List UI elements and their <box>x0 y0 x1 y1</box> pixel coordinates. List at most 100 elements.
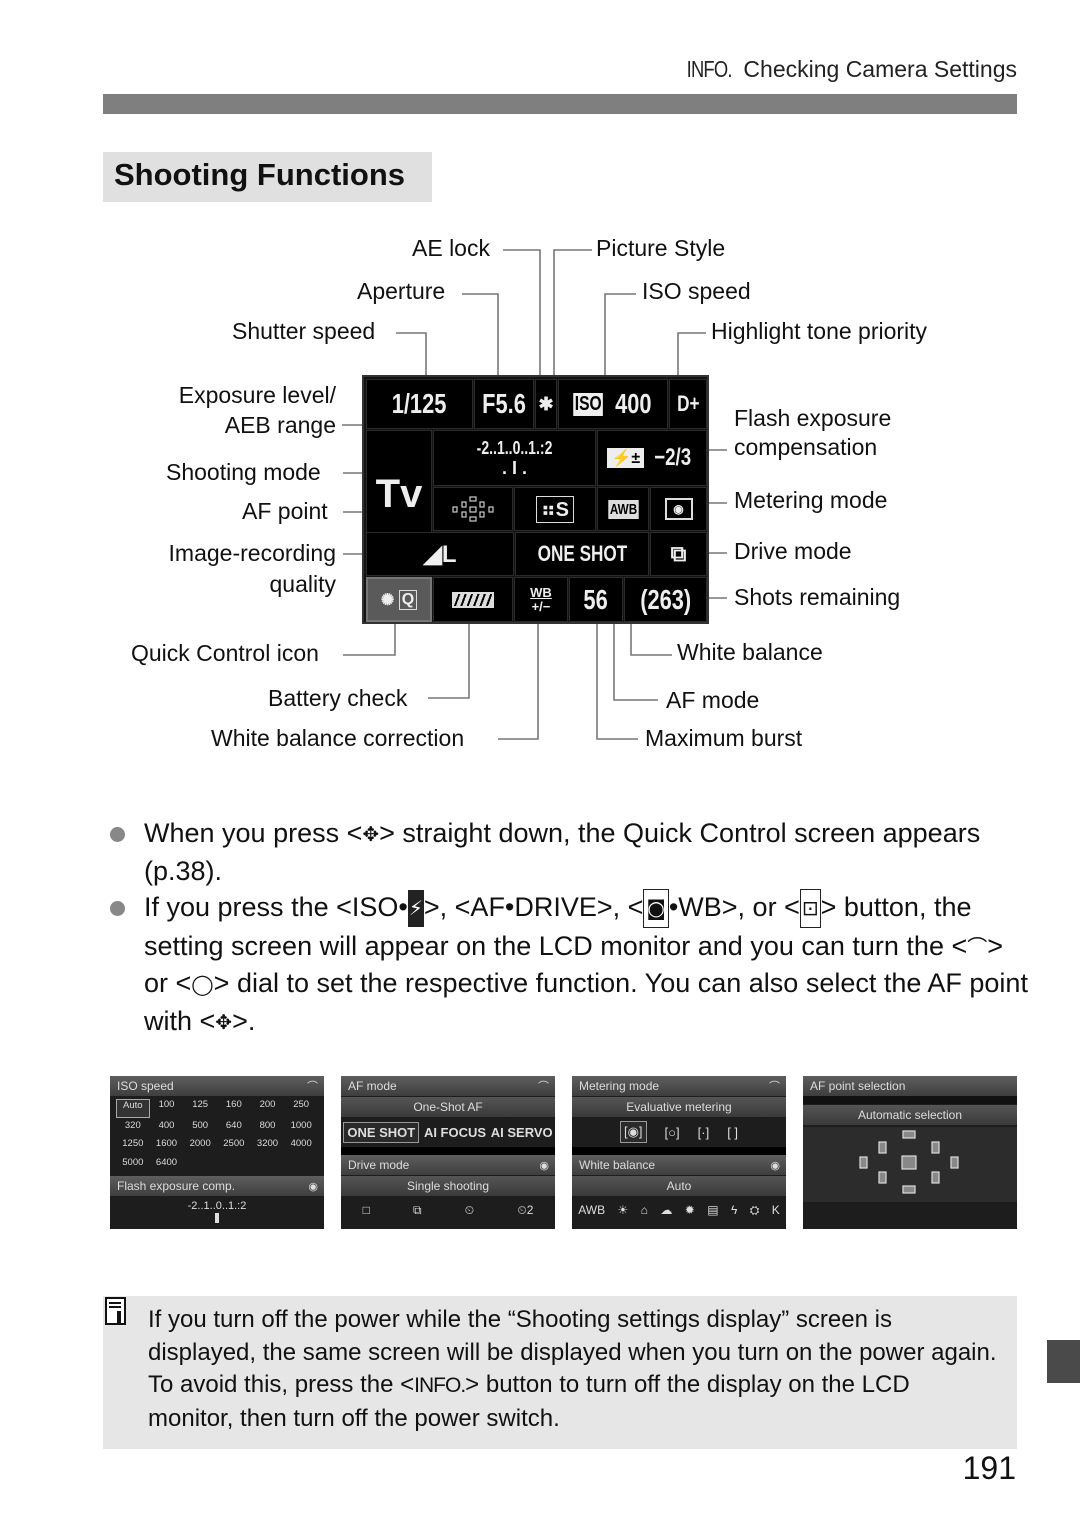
iso-option[interactable]: 1000 <box>284 1120 318 1137</box>
white-balance-option[interactable]: AWB <box>578 1203 605 1217</box>
lcd-maximum-burst: 56 <box>569 577 623 622</box>
line-wb-correction <box>498 615 539 740</box>
lcd-shooting-settings-display: 1/125 F5.6 ✱ ISO 400 D+ Tv -2..1..0..1.:… <box>362 375 709 624</box>
iso-option[interactable]: 800 <box>251 1120 285 1137</box>
white-balance-option[interactable]: ⛭ <box>750 1203 760 1218</box>
lcd-white-balance: AWB <box>597 487 649 531</box>
iso-option[interactable]: 125 <box>183 1099 217 1118</box>
iso-option[interactable]: 100 <box>150 1099 184 1118</box>
label-flash-comp: Flash exposure compensation <box>734 405 891 460</box>
label-exposure-level-line1: Exposure level/ <box>178 382 336 408</box>
label-flash-comp-line2: compensation <box>734 434 878 460</box>
page-number: 191 <box>962 1450 1016 1486</box>
af-mode-option[interactable]: AI FOCUS <box>424 1125 486 1140</box>
white-balance-option[interactable]: ✹ <box>685 1203 695 1217</box>
iso-option[interactable]: 1600 <box>150 1138 184 1155</box>
label-battery-check: Battery check <box>268 685 408 711</box>
awb-icon: AWB <box>607 499 639 519</box>
label-aperture: Aperture <box>357 278 446 304</box>
iso-option[interactable]: 400 <box>150 1120 184 1137</box>
af-mode-options: ONE SHOT AI FOCUS AI SERVO <box>341 1117 555 1147</box>
white-balance-option[interactable]: ⌂ <box>641 1203 648 1217</box>
screen-title: AF point selection <box>803 1076 1017 1096</box>
lcd-shots-remaining: (263) <box>624 577 707 622</box>
lcd-highlight-tone-priority: D+ <box>669 379 707 429</box>
iso-option[interactable]: 250 <box>284 1099 318 1118</box>
metering-options: [◉] [○] [·] [ ] <box>572 1117 786 1147</box>
iso-option[interactable]: 500 <box>183 1120 217 1137</box>
flash-comp-button-icon: ⚡ <box>407 890 424 927</box>
iso-option[interactable]: 2500 <box>217 1138 251 1155</box>
drive-mode-option[interactable]: □ <box>363 1203 370 1217</box>
quick-control-dial-icon: ◯ <box>191 972 214 996</box>
white-balance-option[interactable]: ☁ <box>660 1203 672 1217</box>
iso-option[interactable]: 5000 <box>116 1157 150 1174</box>
label-image-quality: Image-recording quality <box>169 540 336 597</box>
memo-icon <box>104 1297 128 1327</box>
af-points-icon <box>452 496 494 522</box>
white-balance-option[interactable]: ▤ <box>707 1203 718 1217</box>
drive-mode-options: □ ⧉ ⏲ ⏲2 <box>341 1196 555 1224</box>
af-point-button-icon: ⊡ <box>799 889 821 928</box>
flash-comp-scale: -2..1..0..1.:2 <box>110 1196 324 1223</box>
flash-comp-value: −2/3 <box>654 444 692 471</box>
white-balance-option[interactable]: ☀ <box>618 1203 629 1217</box>
line-ae-lock <box>503 249 541 385</box>
label-wb-correction: White balance correction <box>211 725 465 751</box>
label-maximum-burst: Maximum burst <box>645 725 803 751</box>
multi-controller-icon: ✥ <box>215 1009 233 1034</box>
iso-option[interactable]: 3200 <box>251 1138 285 1155</box>
iso-option[interactable]: 200 <box>251 1099 285 1118</box>
lcd-iso: ISO 400 <box>558 379 668 429</box>
label-af-point: AF point <box>242 498 328 524</box>
af-point-map <box>803 1127 1017 1202</box>
main-dial-icon: ⌒ <box>967 934 988 959</box>
wb-shift-bottom: +/− <box>531 598 551 614</box>
metering-option[interactable]: [◉] <box>619 1121 647 1143</box>
label-image-quality-line2: quality <box>269 571 336 597</box>
metering-option[interactable]: [○] <box>665 1125 680 1140</box>
iso-option[interactable]: Auto <box>116 1099 150 1118</box>
iso-option[interactable]: 6400 <box>150 1157 184 1174</box>
screen-title: ISO speed ⌒ <box>110 1076 324 1096</box>
screen-metering-mode: Metering mode ⌒ Evaluative metering [◉] [○… <box>572 1076 786 1229</box>
quick-control-icon: ✺ Q <box>366 577 432 622</box>
exposure-scale: -2..1..0..1.:2 <box>476 438 553 458</box>
main-dial-icon: ⌒ <box>769 1081 780 1093</box>
iso-option[interactable]: 2000 <box>183 1138 217 1155</box>
af-mode-option[interactable]: ONE SHOT <box>343 1121 420 1143</box>
bullet-quick-control: When you press <✥> straight down, the Qu… <box>108 815 1028 889</box>
iso-option[interactable]: 1250 <box>116 1138 150 1155</box>
drive-current-setting: Single shooting <box>341 1176 555 1196</box>
main-dial-icon: ⌒ <box>307 1081 318 1093</box>
screen-af-mode: AF mode ⌒ One-Shot AF ONE SHOT AI FOCUS AI … <box>341 1076 555 1229</box>
screen-second-title: Drive mode ◉ <box>341 1155 555 1175</box>
bullet-setting-buttons: If you press the <ISO•⚡>, <AF•DRIVE>, < ◙… <box>108 889 1028 1040</box>
exposure-marks: . I . <box>501 458 527 478</box>
iso-option[interactable]: 320 <box>116 1120 150 1137</box>
iso-option[interactable]: 160 <box>217 1099 251 1118</box>
metering-option[interactable]: [·] <box>698 1125 710 1140</box>
drive-mode-option[interactable]: ⏲2 <box>517 1203 533 1218</box>
lcd-iso-value: 400 <box>615 388 652 419</box>
multi-controller-icon: ✥ <box>362 822 380 846</box>
af-points-icon <box>859 1130 959 1194</box>
white-balance-option[interactable]: ϟ <box>731 1203 737 1217</box>
label-picture-style: Picture Style <box>596 235 726 261</box>
iso-option[interactable]: 640 <box>217 1120 251 1137</box>
drive-mode-option[interactable]: ⏲ <box>465 1203 474 1218</box>
lcd-af-point <box>433 487 513 531</box>
line-max-burst <box>596 615 638 740</box>
iso-option[interactable]: 4000 <box>284 1138 318 1155</box>
metering-option[interactable]: [ ] <box>727 1125 738 1140</box>
quick-control-dial-icon: ◉ <box>539 1160 549 1172</box>
af-mode-option[interactable]: AI SERVO <box>491 1125 553 1140</box>
screen-second-title: White balance ◉ <box>572 1155 786 1175</box>
lcd-drive-mode-icon: ⧉ <box>650 532 707 576</box>
line-iso <box>604 293 636 385</box>
screen-title: AF mode ⌒ <box>341 1076 555 1096</box>
label-shutter-speed: Shutter speed <box>232 318 376 344</box>
drive-mode-option[interactable]: ⧉ <box>413 1203 422 1218</box>
label-flash-comp-line1: Flash exposure <box>734 405 892 431</box>
white-balance-option[interactable]: K <box>772 1203 780 1217</box>
